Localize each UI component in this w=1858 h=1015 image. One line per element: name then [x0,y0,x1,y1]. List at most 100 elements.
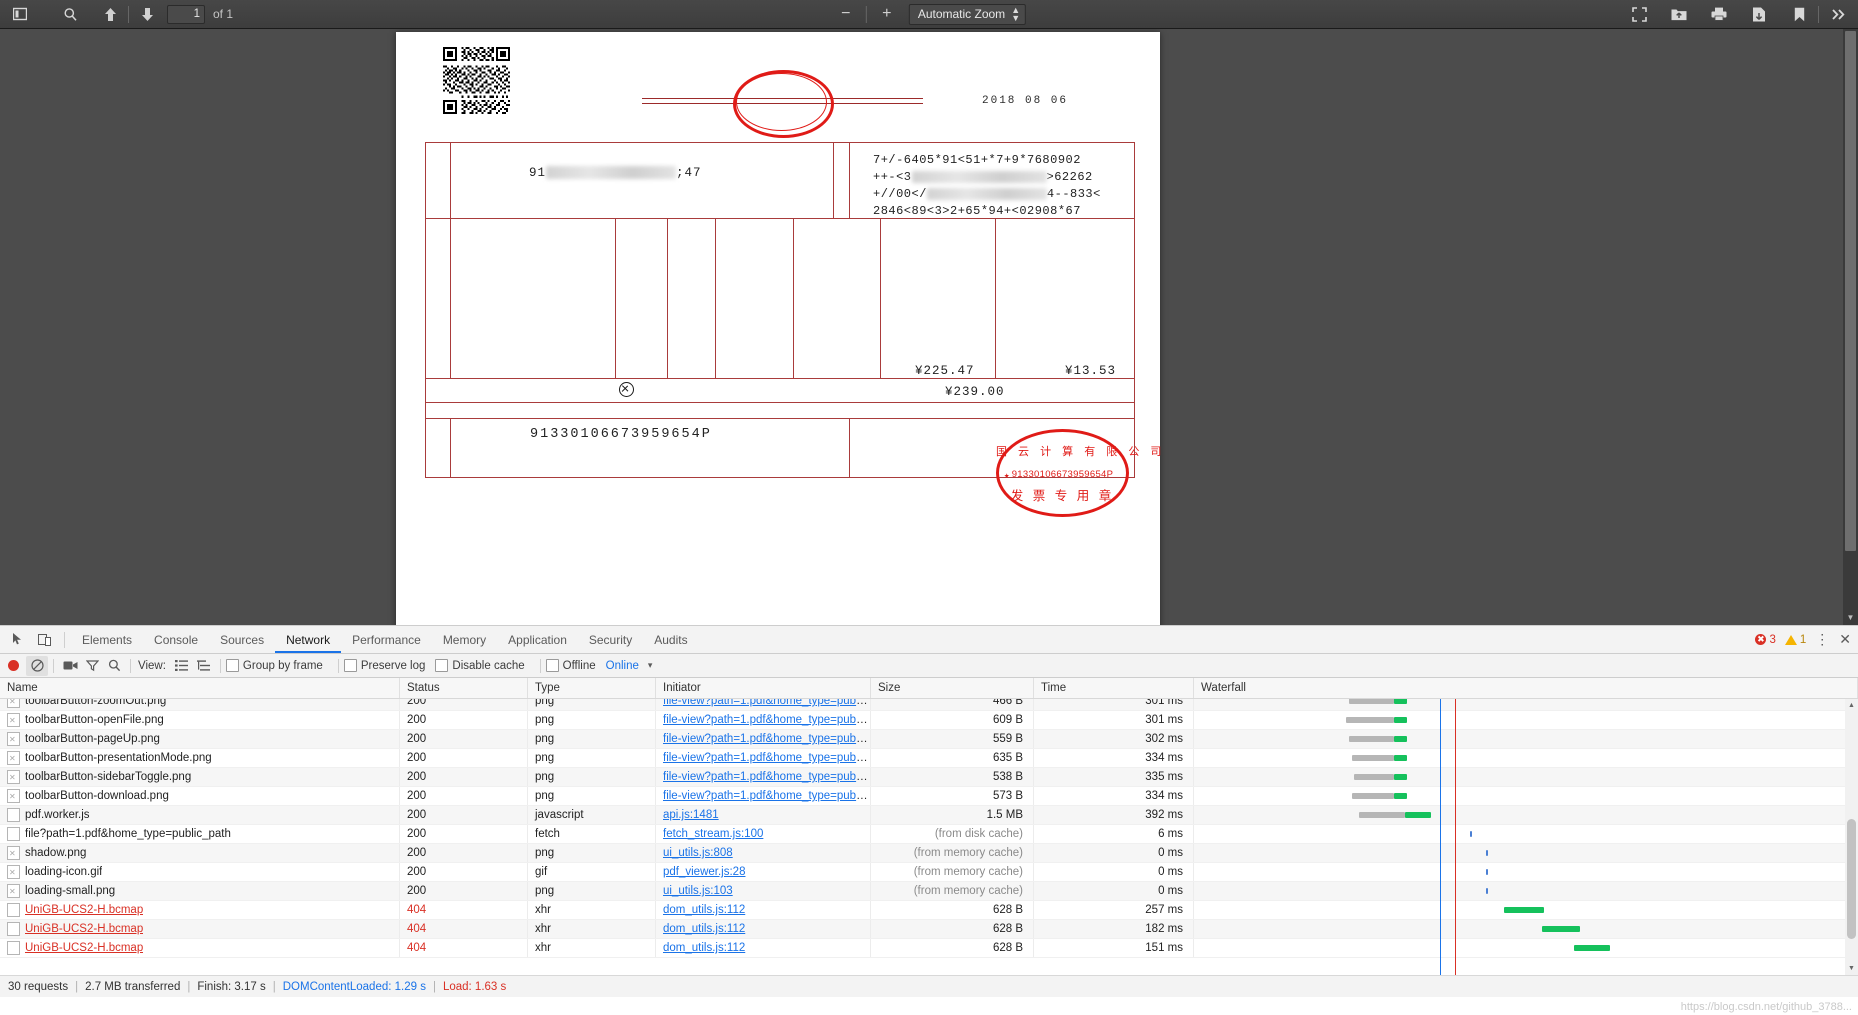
initiator-link[interactable]: ui_utils.js:103 [663,885,733,897]
sidebar-toggle-icon[interactable] [6,2,34,27]
next-page-icon[interactable] [133,2,161,27]
pdf-canvas-area[interactable]: 2018 08 06 91 ;47 7+/-6405*91<51+*7+9*76… [0,29,1858,625]
offline-checkbox[interactable]: Offline [545,659,596,672]
table-row[interactable]: toolbarButton-pageUp.png 200png file-view?… [0,730,1858,749]
tab-sources[interactable]: Sources [209,627,275,653]
cell-name[interactable]: UniGB-UCS2-H.bcmap [0,939,400,957]
table-row[interactable]: toolbarButton-presentationMode.png 200png… [0,749,1858,768]
open-file-icon[interactable] [1665,2,1693,27]
scroll-up-icon[interactable]: ▲ [1845,699,1858,712]
scroll-down-icon[interactable]: ▼ [1845,962,1858,975]
kebab-menu-icon[interactable]: ⋮ [1815,631,1830,648]
table-row[interactable]: loading-small.png 200png ui_utils.js:103 (f… [0,882,1858,901]
initiator-link[interactable]: dom_utils.js:112 [663,904,745,916]
tab-security[interactable]: Security [578,627,643,653]
cell-name[interactable]: UniGB-UCS2-H.bcmap [0,920,400,938]
error-count-badge[interactable]: ✖ 3 [1755,634,1776,646]
preserve-log-checkbox[interactable]: Preserve log [343,659,425,672]
table-row[interactable]: UniGB-UCS2-H.bcmap 404 xhr dom_utils.js:112… [0,920,1858,939]
device-toolbar-icon[interactable] [31,628,58,652]
scroll-down-icon[interactable]: ▼ [1843,611,1858,625]
download-icon[interactable] [1745,2,1773,27]
tab-application[interactable]: Application [497,627,578,653]
cell-name[interactable]: toolbarButton-openFile.png [0,711,400,729]
cell-name[interactable]: toolbarButton-zoomOut.png [0,699,400,710]
cell-name[interactable]: toolbarButton-sidebarToggle.png [0,768,400,786]
initiator-link[interactable]: api.js:1481 [663,809,719,821]
table-row[interactable]: loading-icon.gif 200gif pdf_viewer.js:28 (f… [0,863,1858,882]
inspect-element-icon[interactable] [4,628,31,652]
column-header-time[interactable]: Time [1034,678,1194,698]
cell-name[interactable]: toolbarButton-presentationMode.png [0,749,400,767]
tab-memory[interactable]: Memory [432,627,497,653]
initiator-link[interactable]: pdf_viewer.js:28 [663,866,745,878]
screenshot-capture-icon[interactable] [59,656,81,676]
initiator-link[interactable]: dom_utils.js:112 [663,942,745,954]
initiator-link[interactable]: file-view?path=1.pdf&home_type=public_pa… [663,752,870,764]
scrollbar-thumb[interactable] [1847,819,1856,939]
column-header-size[interactable]: Size [871,678,1034,698]
table-row[interactable]: file?path=1.pdf&home_type=public_path 200… [0,825,1858,844]
throttling-select[interactable]: Online [606,660,639,672]
initiator-link[interactable]: file-view?path=1.pdf&home_type=public_pa… [663,733,870,745]
page-number-input[interactable] [167,4,205,24]
cell-name[interactable]: loading-icon.gif [0,863,400,881]
zoom-in-button[interactable]: + [873,2,901,27]
list-view-icon[interactable] [171,656,193,676]
table-row[interactable]: toolbarButton-zoomOut.png 200png file-view… [0,699,1858,711]
warning-count-badge[interactable]: 1 [1784,634,1806,646]
cell-name[interactable]: UniGB-UCS2-H.bcmap [0,901,400,919]
column-header-status[interactable]: Status [400,678,528,698]
table-row[interactable]: toolbarButton-openFile.png 200png file-vie… [0,711,1858,730]
column-header-type[interactable]: Type [528,678,656,698]
tab-network[interactable]: Network [275,627,341,653]
table-row[interactable]: shadow.png 200png ui_utils.js:808 (from mem… [0,844,1858,863]
initiator-link[interactable]: ui_utils.js:808 [663,847,733,859]
search-icon[interactable] [56,2,84,27]
zoom-out-button[interactable]: − [832,2,860,27]
initiator-link[interactable]: file-view?path=1.pdf&home_type=public_pa… [663,699,870,707]
cell-name[interactable]: shadow.png [0,844,400,862]
print-icon[interactable] [1705,2,1733,27]
close-icon[interactable]: ✕ [1839,631,1852,648]
initiator-link[interactable]: dom_utils.js:112 [663,923,745,935]
table-row[interactable]: UniGB-UCS2-H.bcmap 404 xhr dom_utils.js:112… [0,901,1858,920]
column-header-name[interactable]: Name [0,678,400,698]
search-icon[interactable] [103,656,125,676]
cell-name[interactable]: toolbarButton-pageUp.png [0,730,400,748]
tab-audits[interactable]: Audits [643,627,698,653]
disable-cache-checkbox[interactable]: Disable cache [435,659,525,672]
cell-name[interactable]: toolbarButton-download.png [0,787,400,805]
table-row[interactable]: toolbarButton-sidebarToggle.png 200pngfil… [0,768,1858,787]
group-by-frame-checkbox[interactable]: Group by frame [225,659,323,672]
initiator-link[interactable]: file-view?path=1.pdf&home_type=public_pa… [663,714,870,726]
table-row[interactable]: toolbarButton-download.png 200png file-vie… [0,787,1858,806]
column-header-waterfall[interactable]: Waterfall [1194,678,1858,698]
bookmark-icon[interactable] [1785,2,1813,27]
cell-name[interactable]: loading-small.png [0,882,400,900]
initiator-link[interactable]: file-view?path=1.pdf&home_type=public_pa… [663,771,870,783]
chevron-down-icon[interactable]: ▾ [648,660,653,671]
filter-icon[interactable] [81,656,103,676]
initiator-link[interactable]: file-view?path=1.pdf&home_type=public_pa… [663,790,870,802]
pdf-vertical-scrollbar[interactable]: ▲ ▼ [1843,29,1858,625]
tab-elements[interactable]: Elements [71,627,143,653]
previous-page-icon[interactable] [96,2,124,27]
table-row[interactable]: pdf.worker.js 200 javascript api.js:1481 1.5… [0,806,1858,825]
presentation-mode-icon[interactable] [1625,2,1653,27]
tab-performance[interactable]: Performance [341,627,432,653]
grouped-view-icon[interactable] [193,656,215,676]
scrollbar-thumb[interactable] [1845,31,1856,551]
network-scrollbar[interactable]: ▲ ▼ [1845,699,1858,975]
table-row[interactable]: UniGB-UCS2-H.bcmap 404 xhr dom_utils.js:112… [0,939,1858,958]
zoom-level-select[interactable]: Automatic Zoom ▲ ▼ [908,3,1027,25]
double-chevron-right-icon[interactable] [1824,2,1852,27]
tab-console[interactable]: Console [143,627,209,653]
column-header-initiator[interactable]: Initiator [656,678,871,698]
initiator-link[interactable]: fetch_stream.js:100 [663,828,763,840]
cell-name[interactable]: file?path=1.pdf&home_type=public_path [0,825,400,843]
clear-icon[interactable] [26,655,48,676]
cell-name[interactable]: pdf.worker.js [0,806,400,824]
record-button[interactable] [8,660,19,671]
network-request-list[interactable]: toolbarButton-zoomOut.png200pngfile-view… [0,699,1858,975]
